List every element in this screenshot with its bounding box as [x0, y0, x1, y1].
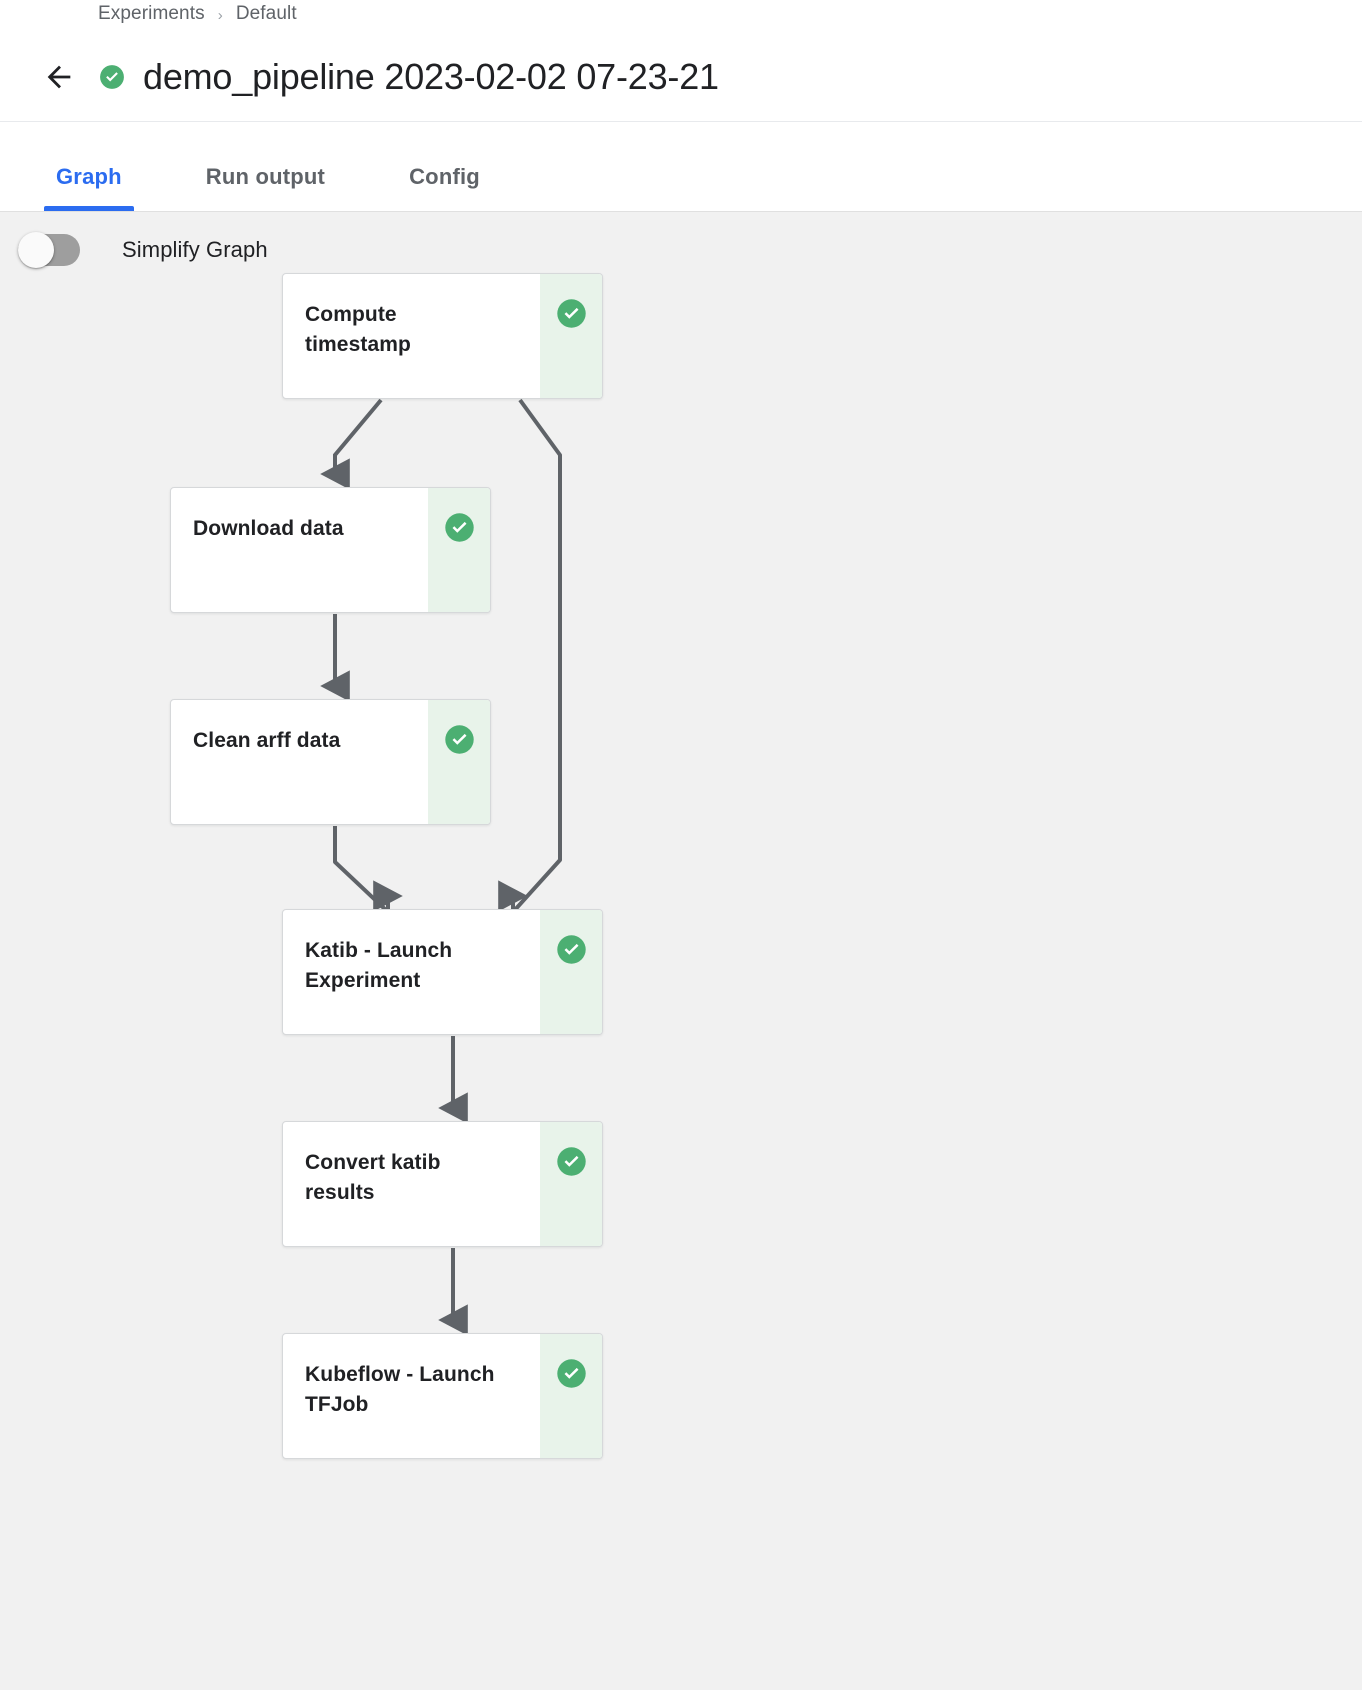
graph-node-compute-timestamp[interactable]: Compute timestamp: [282, 273, 603, 399]
node-label: Download data: [193, 514, 406, 544]
toggle-knob: [18, 232, 54, 268]
node-status-succeeded: [428, 488, 490, 612]
breadcrumb-item-default[interactable]: Default: [236, 3, 297, 25]
edge-compute-timestamp-to-download-data: [335, 400, 381, 474]
node-status-succeeded: [540, 910, 602, 1034]
node-body: Compute timestamp: [283, 274, 540, 398]
node-body: Clean arff data: [171, 700, 428, 824]
check-circle-icon: [556, 1146, 587, 1177]
graph-canvas[interactable]: Simplify Graph Compute timestamp Download…: [0, 212, 1362, 1690]
simplify-graph-label: Simplify Graph: [122, 237, 268, 263]
graph-node-clean-arff-data[interactable]: Clean arff data: [170, 699, 491, 825]
node-label: Katib - Launch Experiment: [305, 936, 518, 996]
node-body: Convert katib results: [283, 1122, 540, 1246]
edge-clean-arff-data-to-katib: [335, 826, 388, 912]
node-body: Kubeflow - Launch TFJob: [283, 1334, 540, 1458]
graph-node-convert-katib-results[interactable]: Convert katib results: [282, 1121, 603, 1247]
node-label: Compute timestamp: [305, 300, 518, 360]
graph-node-download-data[interactable]: Download data: [170, 487, 491, 613]
page-title: demo_pipeline 2023-02-02 07-23-21: [143, 56, 719, 98]
breadcrumb-item-experiments[interactable]: Experiments: [98, 3, 205, 25]
node-body: Download data: [171, 488, 428, 612]
check-circle-icon: [556, 934, 587, 965]
simplify-graph-toggle[interactable]: [18, 234, 80, 266]
node-status-succeeded: [428, 700, 490, 824]
node-body: Katib - Launch Experiment: [283, 910, 540, 1034]
run-status-icon: [99, 64, 125, 90]
top-header: Experiments › Default demo_pipeline 2023…: [0, 0, 1362, 122]
check-circle-icon: [444, 724, 475, 755]
tab-config[interactable]: Config: [397, 164, 492, 211]
node-label: Clean arff data: [193, 726, 406, 756]
edge-compute-timestamp-to-katib: [513, 400, 560, 912]
page-title-row: demo_pipeline 2023-02-02 07-23-21: [36, 54, 719, 100]
check-circle-icon: [556, 298, 587, 329]
check-circle-icon: [556, 1358, 587, 1389]
graph-node-katib-launch-experiment[interactable]: Katib - Launch Experiment: [282, 909, 603, 1035]
tab-graph[interactable]: Graph: [44, 164, 134, 211]
node-status-succeeded: [540, 1122, 602, 1246]
node-status-succeeded: [540, 1334, 602, 1458]
tab-run-output[interactable]: Run output: [194, 164, 337, 211]
simplify-graph-control: Simplify Graph: [18, 234, 268, 266]
check-circle-icon: [444, 512, 475, 543]
tab-bar: Graph Run output Config: [0, 122, 1362, 212]
breadcrumb: Experiments › Default: [98, 3, 297, 25]
graph-node-kubeflow-launch-tfjob[interactable]: Kubeflow - Launch TFJob: [282, 1333, 603, 1459]
node-status-succeeded: [540, 274, 602, 398]
node-label: Convert katib results: [305, 1148, 518, 1208]
node-label: Kubeflow - Launch TFJob: [305, 1360, 518, 1420]
chevron-right-icon: ›: [218, 7, 223, 24]
graph-edges: [0, 212, 1362, 1690]
back-arrow-icon[interactable]: [36, 54, 82, 100]
